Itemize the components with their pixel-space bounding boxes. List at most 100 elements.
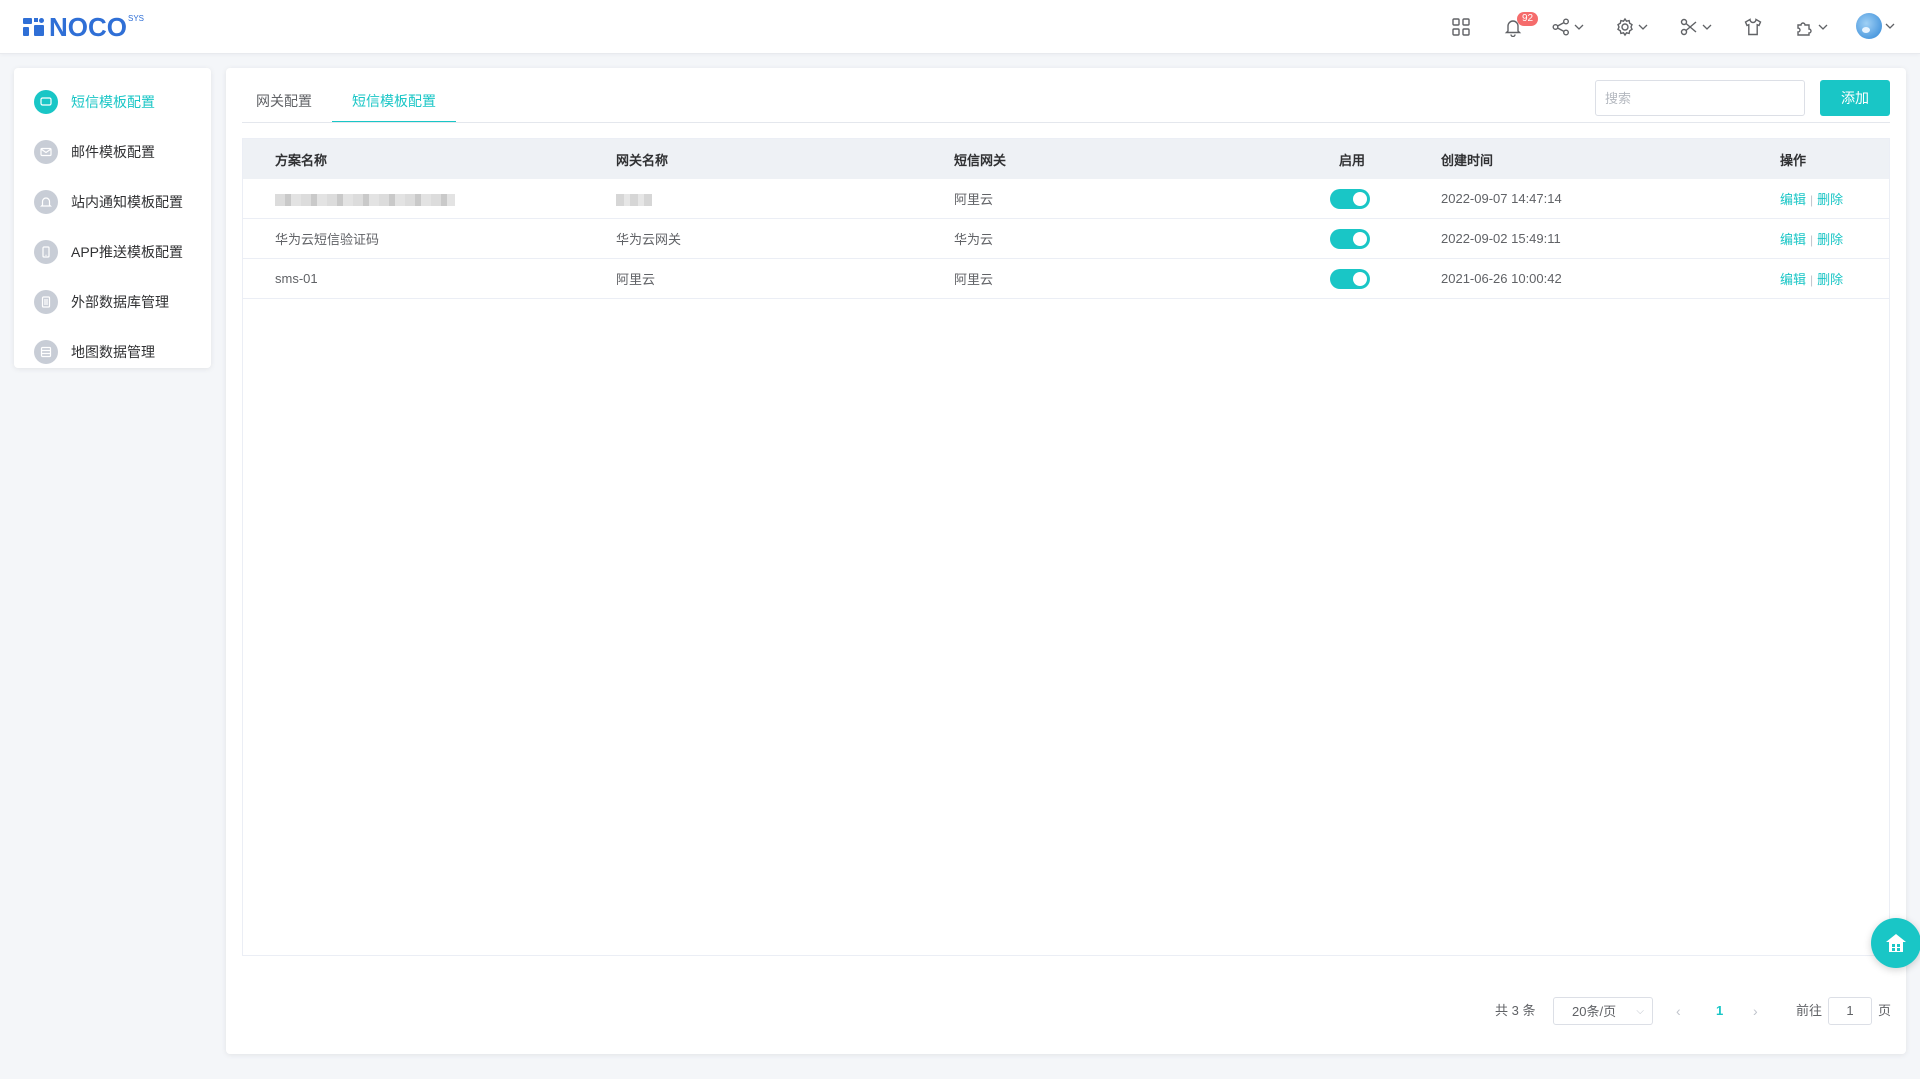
action-separator: | (1810, 273, 1814, 287)
settings-menu[interactable] (1615, 15, 1649, 39)
sidebar-item-label: 外部数据库管理 (71, 294, 169, 310)
chevron-down-icon (1638, 24, 1648, 30)
logo[interactable]: NOCO SYS (22, 12, 144, 42)
delete-link[interactable]: 删除 (1817, 232, 1843, 247)
chevron-down-icon (1818, 24, 1828, 30)
cell-plan-name: 华为云短信验证码 (275, 232, 380, 247)
shirt-icon (1744, 18, 1762, 36)
template-table: 方案名称 网关名称 短信网关 启用 创建时间 操作 阿里云 2022-09-07… (242, 138, 1890, 956)
action-separator: | (1810, 193, 1814, 207)
sidebar-item-label: 短信模板配置 (71, 94, 155, 110)
tools-menu[interactable] (1679, 15, 1713, 39)
column-header-plan-name[interactable]: 方案名称 (275, 150, 327, 169)
column-header-enabled[interactable]: 启用 (1339, 150, 1365, 169)
tab-divider (242, 122, 1890, 123)
tools-icon (1680, 18, 1697, 36)
goto-page-input[interactable] (1828, 997, 1872, 1025)
page-number-current[interactable]: 1 (1716, 997, 1723, 1025)
cell-created-time: 2022-09-07 14:47:14 (1441, 191, 1562, 206)
tab-sms-template-config[interactable]: 短信模板配置 (332, 79, 456, 123)
notification-badge: 92 (1517, 12, 1539, 26)
column-header-gateway-name[interactable]: 网关名称 (616, 150, 668, 169)
pagination-total: 共 3 条 (1495, 1003, 1536, 1018)
goto-suffix: 页 (1878, 1003, 1892, 1018)
main-panel: 网关配置 短信模板配置 添加 方案名称 网关名称 短信网关 启用 创建时间 操作… (226, 68, 1906, 1054)
theme-icon[interactable] (1743, 15, 1763, 39)
sidebar-item-label: 站内通知模板配置 (71, 194, 183, 210)
share-menu[interactable] (1551, 15, 1585, 39)
avatar (1856, 13, 1882, 39)
cell-gateway-name: 阿里云 (616, 272, 656, 287)
enabled-toggle[interactable] (1330, 228, 1370, 249)
sidebar-item-label: 邮件模板配置 (71, 144, 155, 160)
row-actions: 编辑 | 删除 (1780, 269, 1843, 288)
prev-page-icon[interactable]: ‹ (1676, 997, 1681, 1025)
apps-icon[interactable] (1451, 15, 1471, 39)
logo-text: NOCO (49, 11, 127, 42)
cell-created-time: 2022-09-02 15:49:11 (1441, 231, 1561, 246)
cell-sms-gateway: 华为云 (954, 232, 994, 247)
chevron-down-icon (1574, 24, 1584, 30)
chevron-down-icon (1885, 23, 1895, 29)
logo-icon (23, 18, 44, 36)
table-row: 阿里云 2022-09-07 14:47:14 编辑 | 删除 (243, 179, 1889, 219)
edit-link[interactable]: 编辑 (1780, 192, 1806, 207)
redacted-plan-name (275, 191, 455, 206)
cell-sms-gateway: 阿里云 (954, 272, 994, 287)
column-header-created-time[interactable]: 创建时间 (1441, 150, 1493, 169)
next-page-icon[interactable]: › (1753, 997, 1758, 1025)
goto-prefix: 前往 (1796, 1003, 1823, 1018)
sidebar-item-app-push-template[interactable]: APP推送模板配置 (14, 227, 211, 277)
page-size-select[interactable]: 20条/页 ⌵ (1553, 997, 1653, 1025)
user-menu[interactable] (1856, 13, 1896, 39)
pagination: 共 3 条 20条/页 ⌵ ‹ 1 › 前往 页 (226, 997, 1906, 1025)
message-icon (34, 90, 58, 114)
cell-sms-gateway: 阿里云 (954, 192, 994, 207)
gear-icon (1617, 17, 1633, 37)
row-actions: 编辑 | 删除 (1780, 189, 1843, 208)
table-row: 华为云短信验证码 华为云网关 华为云 2022-09-02 15:49:11 编… (243, 219, 1889, 259)
sidebar-item-notice-template[interactable]: 站内通知模板配置 (14, 177, 211, 227)
bell-icon (34, 190, 58, 214)
mail-icon (34, 140, 58, 164)
enabled-toggle[interactable] (1330, 268, 1370, 289)
tab-gateway-config[interactable]: 网关配置 (256, 79, 332, 123)
cell-plan-name: sms-01 (275, 271, 318, 286)
add-button[interactable]: 添加 (1820, 80, 1890, 116)
floating-home-button[interactable] (1871, 918, 1920, 968)
map-data-icon (34, 340, 58, 364)
cell-gateway-name: 华为云网关 (616, 232, 682, 247)
top-header: NOCO SYS 92 (0, 0, 1920, 54)
puzzle-icon (1797, 22, 1812, 36)
search-input[interactable] (1595, 80, 1805, 116)
sidebar-item-sms-template[interactable]: 短信模板配置 (14, 77, 211, 127)
sidebar-item-map-data[interactable]: 地图数据管理 (14, 327, 211, 377)
sidebar-item-mail-template[interactable]: 邮件模板配置 (14, 127, 211, 177)
delete-link[interactable]: 删除 (1817, 192, 1843, 207)
edit-link[interactable]: 编辑 (1780, 272, 1806, 287)
home-icon (1886, 934, 1906, 952)
edit-link[interactable]: 编辑 (1780, 232, 1806, 247)
logo-sup: SYS (128, 14, 145, 23)
notification-bell[interactable]: 92 (1503, 12, 1539, 39)
column-header-actions: 操作 (1780, 152, 1807, 168)
chevron-down-icon: ⌵ (1636, 1006, 1644, 1017)
enabled-toggle[interactable] (1330, 188, 1370, 209)
plugin-menu[interactable] (1795, 15, 1829, 39)
column-header-sms-gateway[interactable]: 短信网关 (954, 150, 1006, 169)
table-row: sms-01 阿里云 阿里云 2021-06-26 10:00:42 编辑 | 删除 (243, 259, 1889, 299)
database-icon (34, 290, 58, 314)
sidebar-item-external-db[interactable]: 外部数据库管理 (14, 277, 211, 327)
sidebar-item-label: 地图数据管理 (71, 344, 155, 360)
chevron-down-icon (1702, 24, 1712, 30)
tab-bar: 网关配置 短信模板配置 (256, 79, 456, 123)
sidebar-item-label: APP推送模板配置 (71, 244, 184, 260)
phone-icon (34, 240, 58, 264)
cell-created-time: 2021-06-26 10:00:42 (1441, 271, 1562, 286)
sidebar: 短信模板配置 邮件模板配置 站内通知模板配置 APP推送模板配置 外部数据库管理… (14, 68, 211, 368)
row-actions: 编辑 | 删除 (1780, 229, 1843, 248)
action-separator: | (1810, 233, 1814, 247)
share-icon (1552, 18, 1569, 36)
page-size-value: 20条/页 (1572, 1004, 1617, 1019)
delete-link[interactable]: 删除 (1817, 272, 1843, 287)
